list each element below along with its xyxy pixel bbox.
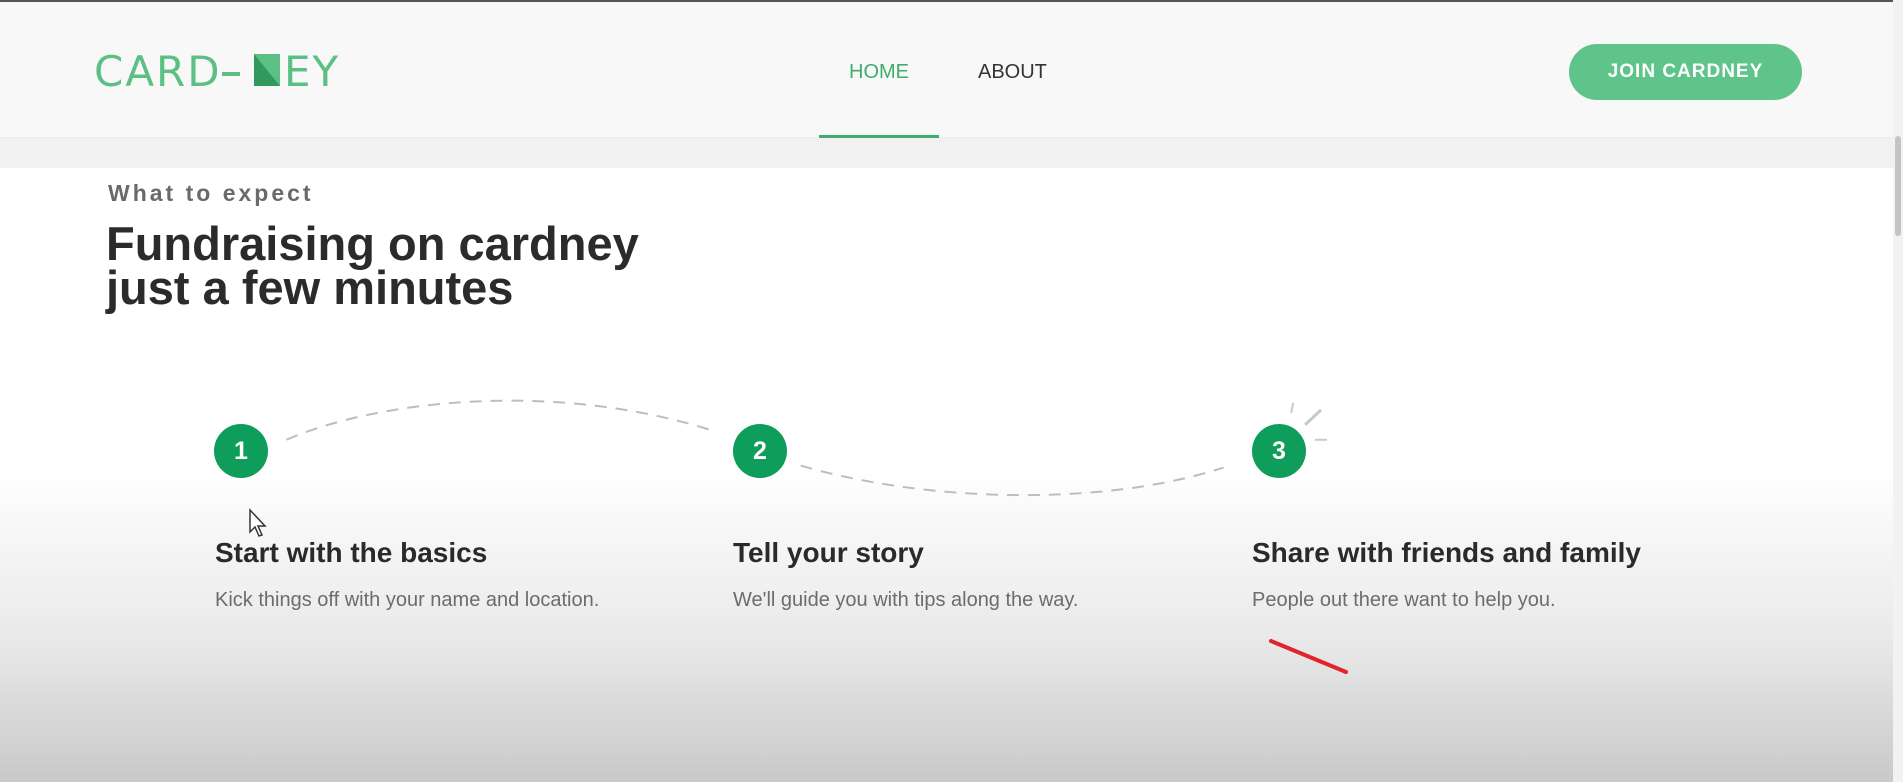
step-1-description: Kick things off with your name and locat… xyxy=(215,589,600,611)
mouse-pointer-icon xyxy=(249,508,267,537)
page-scrollbar[interactable] xyxy=(1893,0,1903,782)
steps-connector-curve xyxy=(286,399,1327,497)
step-2-description: We'll guide you with tips along the way. xyxy=(733,589,1079,611)
step-3-description: People out there want to help you. xyxy=(1252,589,1556,611)
step-3-badge: 3 xyxy=(1252,424,1306,478)
step-1-title: Start with the basics xyxy=(215,537,488,568)
step-3-title: Share with friends and family xyxy=(1252,537,1641,568)
step-1-badge: 1 xyxy=(214,424,268,478)
step-2-title: Tell your story xyxy=(733,537,924,568)
scrollbar-thumb[interactable] xyxy=(1895,136,1901,236)
step-2-badge: 2 xyxy=(733,424,787,478)
